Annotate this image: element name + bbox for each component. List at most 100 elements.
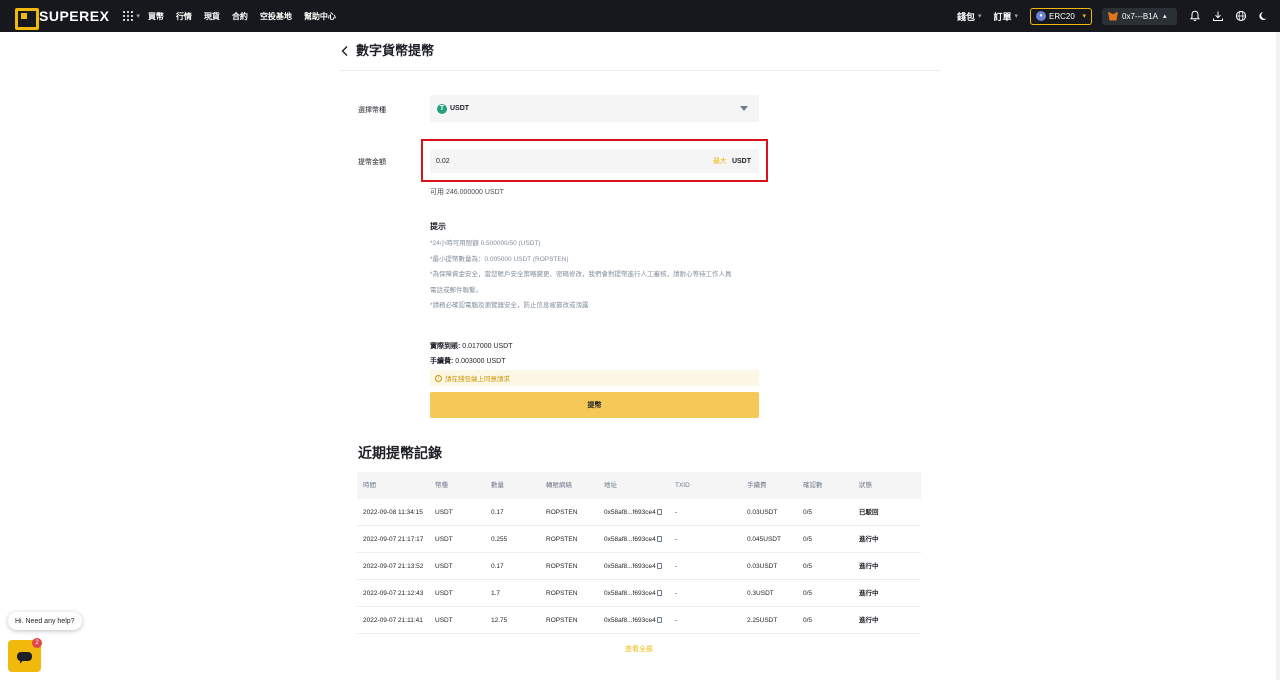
coin-select-value: USDT <box>450 105 470 112</box>
table-row: 2022-09-07 21:13:52 USDT 0.17 ROPSTEN 0x58af… <box>357 553 921 580</box>
cell-address: 0x58af8...f693ce4 <box>604 607 662 634</box>
header-col-status: 狀態 <box>859 482 872 489</box>
cell-network: ROPSTEN <box>546 563 578 570</box>
copy-icon[interactable] <box>656 590 662 596</box>
bell-icon[interactable] <box>1188 9 1202 23</box>
copy-icon[interactable] <box>656 563 662 569</box>
cell-time: 2022-09-07 21:13:52 <box>363 563 424 570</box>
cell-confirmations: 0/5 <box>803 563 813 570</box>
withdraw-button[interactable]: 提幣 <box>430 392 759 418</box>
cell-confirmations: 0/5 <box>803 617 813 624</box>
cell-coin: USDT <box>435 617 453 624</box>
cell-txid: - <box>675 617 678 624</box>
cell-coin: USDT <box>435 590 453 597</box>
tip-line: *最小提幣數量為：0.005000 USDT (ROPSTEN) <box>430 255 569 263</box>
network-selector[interactable]: ♦ ERC20 ▾ <box>1030 7 1092 25</box>
fee-label: 手續費: <box>430 358 454 365</box>
header-col-txid: TXID <box>675 482 690 489</box>
table-row: 2022-09-08 11:34:15 USDT 0.17 ROPSTEN 0x58af… <box>357 499 921 526</box>
tips-title: 提示 <box>430 222 446 231</box>
back-arrow-icon[interactable] <box>340 43 354 59</box>
cell-status: 進行中 <box>859 617 879 624</box>
copy-icon[interactable] <box>656 617 662 623</box>
table-row: 2022-09-07 21:17:17 USDT 0.255 ROPSTEN 0x58a… <box>357 526 921 553</box>
cell-txid: - <box>675 563 678 570</box>
moon-icon[interactable] <box>1257 9 1271 23</box>
orders-menu-label: 訂單 <box>993 11 1012 22</box>
cell-time: 2022-09-07 21:11:41 <box>363 617 423 624</box>
coin-select[interactable]: T USDT <box>430 95 759 122</box>
cell-txid: - <box>675 590 678 597</box>
tip-line: 電話或郵件聯繫。 <box>430 286 482 294</box>
globe-icon[interactable] <box>1234 9 1248 23</box>
cell-status: 進行中 <box>859 563 879 570</box>
nav-link-help-center[interactable]: 幫助中心 <box>304 11 336 22</box>
copy-icon[interactable] <box>656 536 662 542</box>
cell-fee: 0.03USDT <box>747 563 778 570</box>
page-header: 數字貨幣提幣 <box>340 43 940 71</box>
cell-time: 2022-09-08 11:34:15 <box>363 509 423 516</box>
cell-amount: 0.255 <box>491 536 508 543</box>
cell-coin: USDT <box>435 563 453 570</box>
address-text: 0x58af8...f693ce4 <box>604 563 656 570</box>
nav-link-buy[interactable]: 買幣 <box>148 11 164 22</box>
copy-icon[interactable] <box>656 509 662 515</box>
cell-address: 0x58af8...f693ce4 <box>604 580 662 607</box>
nav-link-spot[interactable]: 現貨 <box>204 11 220 22</box>
cell-txid: - <box>675 509 678 516</box>
cell-address: 0x58af8...f693ce4 <box>604 499 662 526</box>
page-title: 數字貨幣提幣 <box>356 43 435 58</box>
ethereum-icon: ♦ <box>1036 11 1046 21</box>
table-row: 2022-09-07 21:12:43 USDT 1.7 ROPSTEN 0x58af8… <box>357 580 921 607</box>
logo[interactable]: SUPEREX <box>15 8 110 30</box>
amount-unit: USDT <box>731 157 751 165</box>
cell-fee: 0.03USDT <box>747 509 778 516</box>
wallet-menu[interactable]: 錢包 ▾ <box>957 10 982 23</box>
nav-link-futures[interactable]: 合約 <box>232 11 248 22</box>
download-icon[interactable] <box>1211 9 1225 23</box>
fee-amount: 手續費: 0.003000 USDT <box>430 356 506 366</box>
notification-badge: 2 <box>32 638 42 648</box>
withdrawal-history-table: 時間 幣種 數量 轉賬網絡 地址 TXID 手續費 確認數 狀態 2022-09-08 11:3… <box>357 472 921 634</box>
header-col-time: 時間 <box>363 482 376 489</box>
page-scrollbar[interactable] <box>1276 32 1280 680</box>
cell-coin: USDT <box>435 509 453 516</box>
cell-fee: 2.25USDT <box>747 617 778 624</box>
wallet-address: 0x7---B1A <box>1122 11 1159 21</box>
orders-menu[interactable]: 訂單 ▾ <box>993 10 1018 23</box>
cell-network: ROPSTEN <box>546 617 578 624</box>
view-all-link[interactable]: 查看全部 <box>625 644 653 654</box>
cell-amount: 12.75 <box>491 617 508 624</box>
chat-icon <box>17 651 32 661</box>
address-text: 0x58af8...f693ce4 <box>604 590 656 597</box>
cell-network: ROPSTEN <box>546 509 578 516</box>
brand-name: SUPEREX <box>39 8 110 24</box>
cell-time: 2022-09-07 21:17:17 <box>363 536 424 543</box>
header-col-coin: 幣種 <box>435 482 448 489</box>
nav-link-airdrop[interactable]: 空投基地 <box>260 11 292 22</box>
available-balance: 可用 246.000000 USDT <box>430 189 504 196</box>
nav-link-markets[interactable]: 行情 <box>176 11 192 22</box>
tip-line: *為保障資金安全，當您賬戶安全策略變更、密碼修改，我們會對提幣進行人工審核，請耐… <box>430 271 732 278</box>
amount-label: 提幣金額 <box>358 159 386 166</box>
topbar-actions: 錢包 ▾ 訂單 ▾ ♦ ERC20 ▾ 0x7---B1A ▴ <box>957 0 1280 32</box>
apps-grid-icon[interactable] <box>123 11 134 21</box>
wallet-address-button[interactable]: 0x7---B1A ▴ <box>1102 7 1177 25</box>
caret-down-icon <box>740 106 748 111</box>
cell-network: ROPSTEN <box>546 536 578 543</box>
cell-fee: 0.045USDT <box>747 536 781 543</box>
cell-confirmations: 0/5 <box>803 509 813 516</box>
fee-value: 0.003000 USDT <box>455 358 506 365</box>
usdt-coin-icon: T <box>437 103 447 114</box>
received-value: 0.017000 USDT <box>462 343 513 350</box>
chevron-down-icon: ▾ <box>1014 13 1018 20</box>
cell-status: 已駁回 <box>859 509 879 516</box>
max-amount-button[interactable]: 最大 <box>713 156 727 166</box>
chevron-down-icon: ▾ <box>977 13 982 20</box>
help-bubble[interactable]: Hi. Need any help? <box>8 612 82 630</box>
cell-amount: 0.17 <box>491 563 504 570</box>
superex-logo-icon <box>15 8 39 30</box>
wallet-approval-notice: ! 請在錢包端上同意請求 <box>430 370 759 386</box>
amount-input[interactable] <box>436 157 696 165</box>
header-col-address: 地址 <box>604 482 617 489</box>
